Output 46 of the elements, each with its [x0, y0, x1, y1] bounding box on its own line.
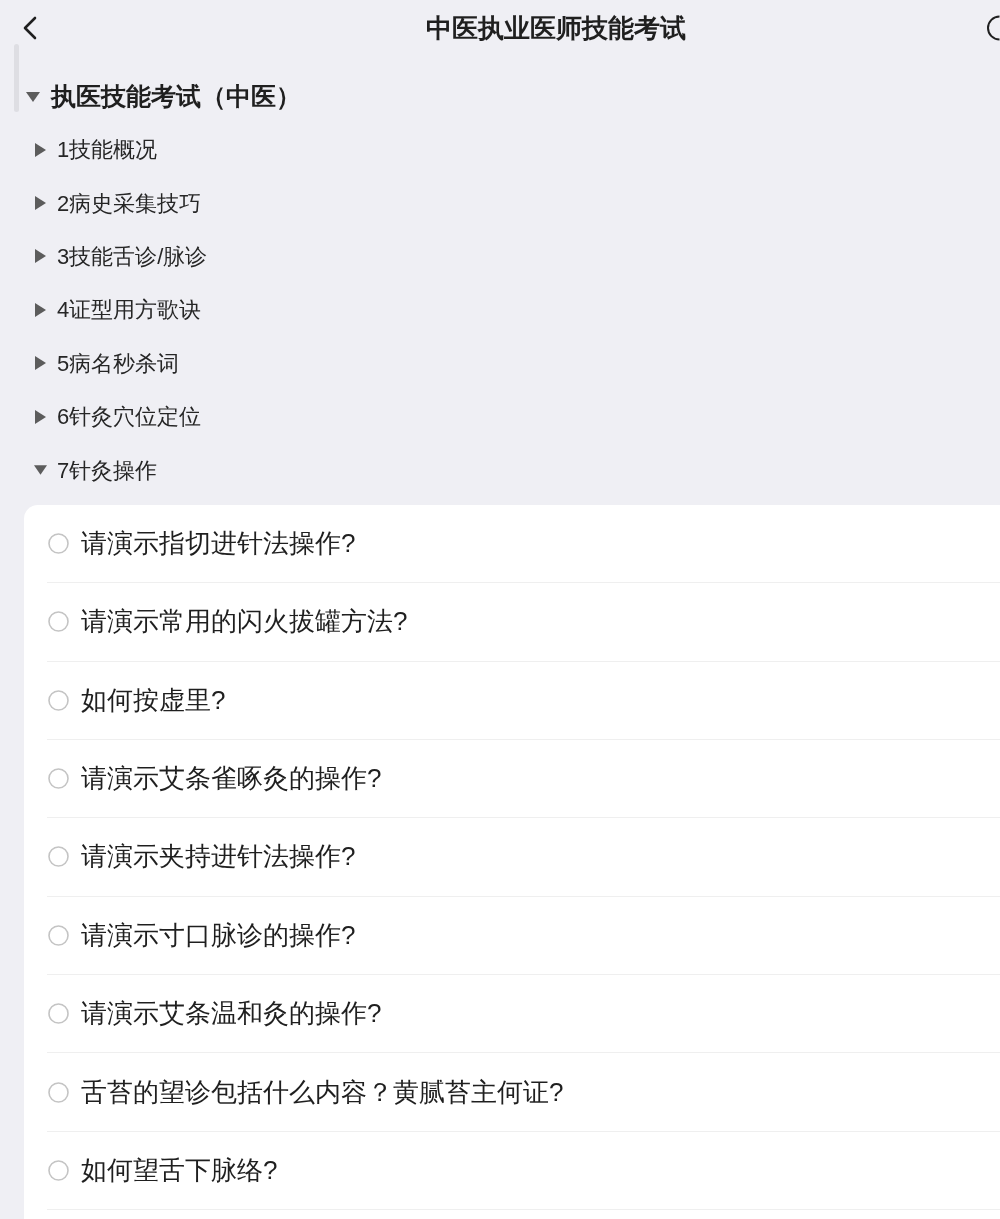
page-title: 中医执业医师技能考试 [426, 15, 686, 41]
ring-icon[interactable] [985, 15, 1000, 41]
radio-button[interactable] [48, 924, 69, 946]
radio-button[interactable] [48, 532, 69, 554]
question-text: 如何望舌下脉络? [81, 1154, 278, 1188]
item-label: 1技能概况 [57, 136, 158, 165]
question-row[interactable]: 请演示寸口脉诊的操作? [47, 896, 1000, 976]
item-label: 5病名秒杀词 [57, 349, 180, 378]
tree-item[interactable]: 7针灸操作 [0, 443, 1000, 497]
question-row[interactable]: 请演示常用的闪火拔罐方法? [47, 583, 1000, 662]
tree-item[interactable]: 5病名秒杀词 [0, 336, 1000, 390]
question-row[interactable]: 请演示夹持进针法操作? [47, 818, 1000, 897]
question-text: 请演示夹持进针法操作? [81, 840, 356, 874]
question-row[interactable]: 如何望舌下脉络? [47, 1131, 1000, 1211]
question-row[interactable]: 请演示指切进针法操作? [47, 504, 1000, 584]
question-text: 舌苔的望诊包括什么内容？黄腻苔主何证? [81, 1075, 564, 1109]
radio-button[interactable] [48, 1003, 69, 1025]
question-text: 请演示寸口脉诊的操作? [81, 918, 356, 952]
tree-heading[interactable]: 执医技能考试（中医） [0, 70, 1000, 123]
radio-button[interactable] [48, 846, 69, 868]
item-label: 3技能舌诊/脉诊 [57, 242, 208, 271]
question-row[interactable]: 如何按虚里? [47, 661, 1000, 740]
radio-button[interactable] [48, 1081, 69, 1103]
radio-button[interactable] [48, 1160, 69, 1182]
item-label: 4证型用方歌诀 [57, 296, 202, 325]
item-label: 6针灸穴位定位 [57, 403, 202, 432]
question-text: 请演示常用的闪火拔罐方法? [81, 605, 408, 639]
back-icon [23, 16, 37, 40]
tree-item[interactable]: 4证型用方歌诀 [0, 283, 1000, 337]
question-text: 请演示艾条雀啄灸的操作? [81, 762, 382, 796]
question-row[interactable]: 请演示艾条温和灸的操作? [47, 975, 1000, 1054]
tree-item[interactable]: 2病史采集技巧 [0, 176, 1000, 230]
question-row[interactable]: 舌苔的望诊包括什么内容？黄腻苔主何证? [47, 1053, 1000, 1132]
radio-button[interactable] [48, 768, 69, 790]
radio-button[interactable] [48, 689, 69, 711]
question-text: 请演示指切进针法操作? [81, 526, 356, 560]
tree-item[interactable]: 6针灸穴位定位 [0, 389, 1000, 444]
item-label: 2病史采集技巧 [57, 189, 202, 218]
question-row[interactable]: 请演示艾条雀啄灸的操作? [47, 739, 1000, 819]
item-label: 7针灸操作 [57, 456, 158, 485]
tree-item[interactable]: 3技能舌诊/脉诊 [0, 229, 1000, 284]
question-text: 请演示艾条温和灸的操作? [81, 997, 382, 1031]
question-text: 如何按虚里? [81, 683, 226, 717]
tree-item[interactable]: 1技能概况 [0, 123, 1000, 177]
radio-button[interactable] [48, 611, 69, 633]
heading-label: 执医技能考试（中医） [51, 80, 301, 112]
